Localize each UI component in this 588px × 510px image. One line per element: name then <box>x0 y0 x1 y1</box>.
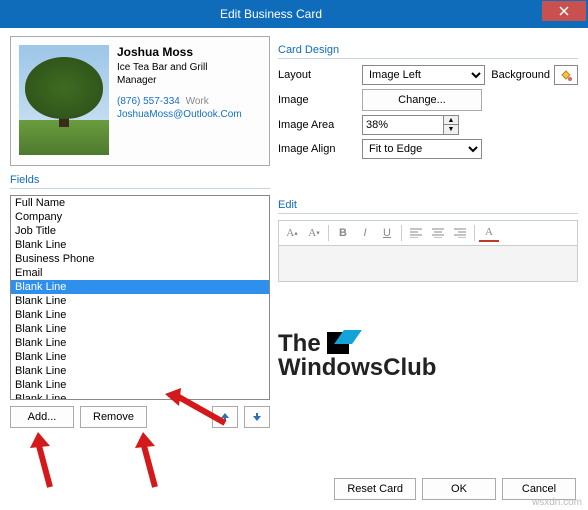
close-button[interactable] <box>542 1 586 21</box>
field-row[interactable]: Blank Line <box>11 294 269 308</box>
field-row[interactable]: Blank Line <box>11 364 269 378</box>
card-company: Ice Tea Bar and Grill <box>117 61 261 74</box>
move-down-button[interactable] <box>244 406 270 428</box>
area-spin-down[interactable]: ▼ <box>444 125 458 134</box>
layout-select[interactable]: Image Left <box>362 65 485 85</box>
field-row[interactable]: Blank Line <box>11 308 269 322</box>
card-phone-kind: Work <box>186 96 209 107</box>
card-image <box>19 45 109 155</box>
edit-toolbar: A▴ A▾ B I U A <box>278 220 578 246</box>
add-button[interactable]: Add... <box>10 406 74 428</box>
card-preview: Joshua Moss Ice Tea Bar and Grill Manage… <box>10 36 270 166</box>
field-row[interactable]: Blank Line <box>11 322 269 336</box>
annotation-arrow <box>135 432 175 492</box>
card-phone: (876) 557-334 <box>117 96 180 107</box>
font-color-icon[interactable]: A <box>479 224 499 242</box>
reset-card-button[interactable]: Reset Card <box>334 478 416 500</box>
fields-list[interactable]: Full NameCompanyJob TitleBlank LineBusin… <box>10 195 270 400</box>
edit-group-label: Edit <box>278 199 578 211</box>
image-label: Image <box>278 94 356 106</box>
background-swatch[interactable] <box>554 65 578 85</box>
align-label: Image Align <box>278 143 356 155</box>
field-row[interactable]: Blank Line <box>11 238 269 252</box>
design-group-label: Card Design <box>278 44 578 56</box>
font-shrink-icon[interactable]: A▾ <box>304 224 324 242</box>
card-title: Manager <box>117 74 261 87</box>
field-row[interactable]: Full Name <box>11 196 269 210</box>
align-left-icon[interactable] <box>406 224 426 242</box>
fields-group-label: Fields <box>10 174 270 186</box>
close-icon <box>559 6 569 16</box>
background-label: Background <box>491 69 550 81</box>
field-row[interactable]: Job Title <box>11 224 269 238</box>
image-align-select[interactable]: Fit to Edge <box>362 139 482 159</box>
annotation-arrow <box>165 388 235 428</box>
titlebar: Edit Business Card <box>0 0 588 28</box>
italic-icon[interactable]: I <box>355 224 375 242</box>
image-area-input[interactable] <box>362 115 444 135</box>
remove-button[interactable]: Remove <box>80 406 147 428</box>
change-image-button[interactable]: Change... <box>362 89 482 111</box>
field-row[interactable]: Company <box>11 210 269 224</box>
area-spin-up[interactable]: ▲ <box>444 116 458 125</box>
align-center-icon[interactable] <box>428 224 448 242</box>
field-row[interactable]: Blank Line <box>11 336 269 350</box>
field-row[interactable]: Blank Line <box>11 280 269 294</box>
card-name: Joshua Moss <box>117 45 261 61</box>
windowsclub-logo: The WindowsClub <box>278 332 508 380</box>
area-label: Image Area <box>278 119 356 131</box>
paint-icon <box>559 68 573 82</box>
align-right-icon[interactable] <box>450 224 470 242</box>
watermark: wsxdn.com <box>532 497 582 508</box>
field-row[interactable]: Email <box>11 266 269 280</box>
arrow-down-icon <box>252 412 262 422</box>
ok-button[interactable]: OK <box>422 478 496 500</box>
window-title: Edit Business Card <box>0 7 542 21</box>
underline-icon[interactable]: U <box>377 224 397 242</box>
layout-label: Layout <box>278 69 356 81</box>
bold-icon[interactable]: B <box>333 224 353 242</box>
field-row[interactable]: Blank Line <box>11 350 269 364</box>
field-row[interactable]: Business Phone <box>11 252 269 266</box>
card-email: JoshuaMoss@Outlook.Com <box>117 108 261 121</box>
font-grow-icon[interactable]: A▴ <box>282 224 302 242</box>
annotation-arrow <box>30 432 70 492</box>
edit-textarea[interactable] <box>278 246 578 282</box>
